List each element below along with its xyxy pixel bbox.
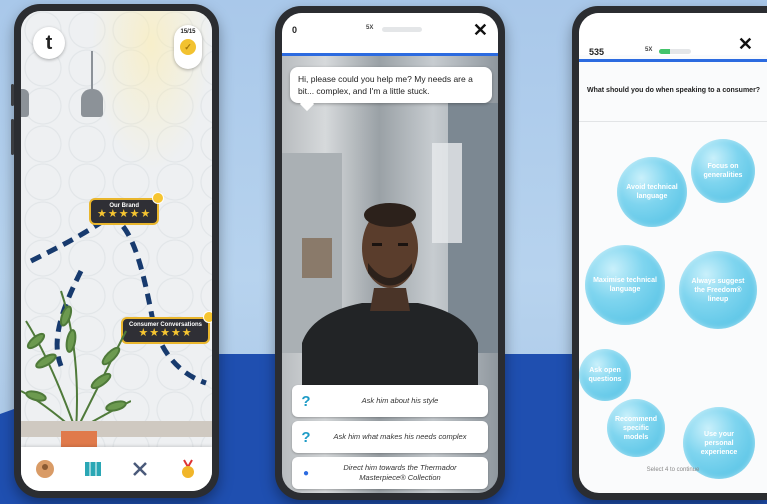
- shelf: [21, 421, 212, 437]
- question-divider: [579, 121, 767, 122]
- star-rating: ★★★★★: [138, 327, 193, 339]
- customer-avatar: [302, 203, 478, 393]
- phone-side-button: [11, 119, 14, 155]
- option-direct-collection[interactable]: ● Direct him towards the Thermador Maste…: [292, 457, 488, 489]
- check-badge-icon: [203, 311, 212, 323]
- answer-bubble[interactable]: Maximise technical language: [585, 245, 665, 325]
- xp-multiplier: 5X: [366, 25, 374, 31]
- top-bar: 535 5X ✕: [579, 13, 767, 57]
- profile-icon[interactable]: [34, 458, 56, 480]
- continue-hint: Select 4 to continue: [646, 467, 700, 473]
- xp-multiplier: 5X: [645, 47, 653, 53]
- level-card-consumer-conversations[interactable]: Consumer Conversations ★★★★★: [121, 311, 212, 344]
- phone-chat: 0 5X ✕ Hi, please could you help me? My …: [275, 6, 505, 500]
- phone-side-button: [11, 84, 14, 106]
- progress-fill: [659, 49, 671, 54]
- score-value: 535: [589, 47, 605, 57]
- map-screen: t 15/15 ✓ Our Brand ★★★★★ Consumer Conve…: [21, 11, 212, 491]
- medal-icon[interactable]: [177, 458, 199, 480]
- answer-bubble[interactable]: Recommend specific models: [607, 399, 665, 457]
- bottom-nav: [21, 447, 212, 491]
- map-icon[interactable]: [82, 458, 104, 480]
- top-bar: 0 5X ✕: [282, 13, 498, 55]
- option-text: Ask him what makes his needs complex: [333, 432, 467, 441]
- quiz-question: What should you do when speaking to a co…: [587, 87, 761, 94]
- option-ask-style[interactable]: ? Ask him about his style: [292, 385, 488, 417]
- tools-icon[interactable]: [129, 458, 151, 480]
- header-divider: [579, 59, 767, 62]
- quiz-screen: 535 5X ✕ What should you do when speakin…: [579, 13, 767, 493]
- close-button[interactable]: ✕: [738, 35, 753, 53]
- answer-bubble[interactable]: Focus on generalities: [691, 139, 755, 203]
- score-value: 0: [292, 25, 298, 35]
- option-ask-needs[interactable]: ? Ask him what makes his needs complex: [292, 421, 488, 453]
- progress-bar: [659, 49, 691, 54]
- star-rating: ★★★★★: [97, 208, 152, 220]
- answer-bubble[interactable]: Ask open questions: [579, 349, 631, 401]
- option-text: Direct him towards the Thermador Masterp…: [343, 463, 457, 482]
- direct-icon: ●: [302, 467, 310, 479]
- phone-map: t 15/15 ✓ Our Brand ★★★★★ Consumer Conve…: [11, 4, 219, 498]
- close-button[interactable]: ✕: [473, 21, 488, 39]
- question-icon: ?: [301, 392, 311, 410]
- level-card-our-brand[interactable]: Our Brand ★★★★★: [89, 192, 165, 225]
- header-divider: [282, 53, 498, 56]
- chat-screen: 0 5X ✕ Hi, please could you help me? My …: [282, 13, 498, 493]
- question-icon: ?: [301, 428, 311, 446]
- option-text: Ask him about his style: [361, 396, 439, 405]
- progress-bar: [382, 27, 422, 32]
- answer-bubble[interactable]: Avoid technical language: [617, 157, 687, 227]
- speech-bubble: Hi, please could you help me? My needs a…: [290, 67, 492, 103]
- answer-bubble[interactable]: Always suggest the Freedom® lineup: [679, 251, 757, 329]
- phone-quiz: 535 5X ✕ What should you do when speakin…: [572, 6, 767, 500]
- response-options: ? Ask him about his style ? Ask him what…: [292, 385, 488, 493]
